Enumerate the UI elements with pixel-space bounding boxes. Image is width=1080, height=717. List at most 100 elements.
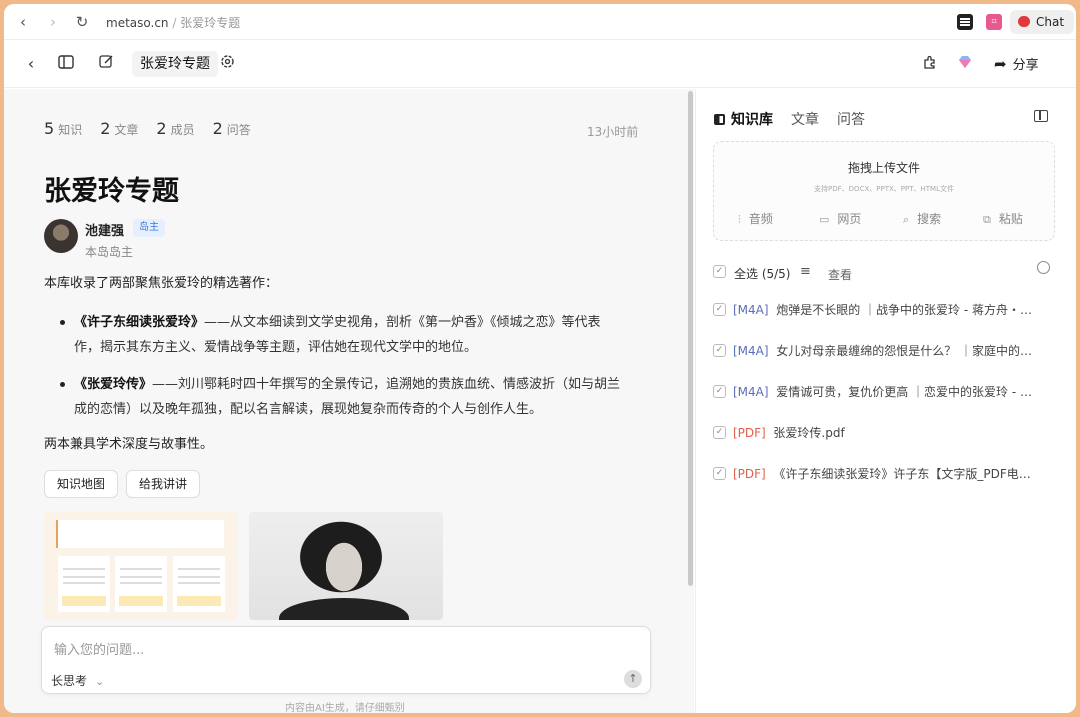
file-type-tag: [M4A] (733, 303, 769, 317)
audio-wave-icon: ⫶ (738, 213, 741, 226)
select-all-checkbox[interactable]: ✓ (713, 265, 726, 278)
search-icon: ⌕ (903, 213, 910, 226)
thumb-card (58, 556, 110, 612)
explain-button[interactable]: 给我讲讲 (126, 470, 201, 498)
upload-web-button[interactable]: ▭ 网页 (819, 210, 861, 227)
file-item[interactable]: ✓ [M4A] 女儿对母亲最缠绵的怨恨是什么？ ｜家庭中的… (713, 341, 1043, 361)
select-all-label[interactable]: 全选 (5/5) (734, 265, 791, 282)
chevron-down-icon: ⌄ (95, 675, 105, 688)
file-item[interactable]: ✓ [PDF] 《许子东细读张爱玲》许子东【文字版_PDF电… (713, 464, 1043, 484)
tab-knowledge[interactable]: 知识库 (714, 109, 773, 129)
share-button[interactable]: ➦ 分享 (994, 54, 1039, 73)
author-name[interactable]: 池建强 (85, 220, 124, 239)
upload-formats: 支持PDF、DOCX、PPTX、PPT、HTML文件 (814, 185, 954, 193)
file-type-tag: [M4A] (733, 344, 769, 358)
browser-window: ‹ › ↻ metaso.cn / 张爱玲专题 ⌗ Chat ‹ 张爱玲专题 ➦… (4, 4, 1076, 713)
upload-search-button[interactable]: ⌕ 搜索 (903, 210, 941, 227)
knowledge-map-button[interactable]: 知识地图 (44, 470, 119, 498)
ai-disclaimer: 内容由AI生成，请仔细甄别 (285, 703, 405, 713)
file-name: 爱情诚可贵，复仇价更高 ｜恋爱中的张爱玲 - 蒋… (776, 385, 1043, 399)
tab-qa[interactable]: 问答 (837, 109, 865, 129)
edit-icon[interactable] (96, 54, 116, 74)
share-icon: ➦ (994, 55, 1007, 73)
selection-row: ✓ 全选 (5/5) ≡ 查看 (713, 261, 1058, 284)
file-name: 张爱玲传.pdf (773, 426, 845, 440)
app-header: ‹ 张爱玲专题 ➦ 分享 (4, 40, 1076, 88)
upload-paste-button[interactable]: ⧉ 粘贴 (983, 210, 1023, 227)
book-desc-line2: 成的恋情）以及晚年孤独，配以名言解读，展现她复杂而传奇的个人与创作人生。 (74, 402, 543, 417)
file-name: 炮弹是不长眼的 ｜战争中的张爱玲 - 蒋方舟・一… (776, 303, 1043, 317)
file-name: 《许子东细读张爱玲》许子东【文字版_PDF电… (773, 467, 1031, 481)
reader-extension-icon[interactable] (957, 14, 973, 30)
view-button[interactable]: 查看 (828, 266, 852, 283)
browser-toolbar: ‹ › ↻ metaso.cn / 张爱玲专题 ⌗ Chat (4, 4, 1076, 40)
file-checkbox[interactable]: ✓ (713, 426, 726, 439)
panel-tabs: 知识库 文章 问答 (714, 109, 883, 129)
settings-gear-icon[interactable] (217, 54, 237, 74)
bullet-dot (60, 320, 65, 325)
search-icon[interactable] (1037, 261, 1050, 274)
tab-articles[interactable]: 文章 (791, 109, 819, 129)
bullet-dot (60, 382, 65, 387)
back-icon[interactable]: ‹ (14, 13, 32, 31)
url-separator: / (168, 16, 181, 30)
intro-text: 本库收录了两部聚焦张爱玲的精选著作： (44, 276, 279, 291)
file-checkbox[interactable]: ✓ (713, 467, 726, 480)
mindmap-thumbnail[interactable] (44, 512, 238, 620)
metaso-extension-icon[interactable]: ⌗ (986, 14, 1002, 30)
chat-button[interactable]: Chat (1010, 10, 1075, 34)
stat-members[interactable]: 2 成员 (156, 119, 194, 138)
file-type-tag: [PDF] (733, 467, 766, 481)
share-label: 分享 (1012, 58, 1039, 73)
avatar[interactable] (44, 219, 78, 253)
back-arrow-icon[interactable]: ‹ (21, 54, 41, 74)
file-name: 女儿对母亲最缠绵的怨恨是什么？ ｜家庭中的… (776, 344, 1033, 358)
author-role: 本岛岛主 (85, 245, 134, 259)
topic-title-chip[interactable]: 张爱玲专题 (132, 51, 218, 77)
webpage-icon: ▭ (819, 213, 830, 226)
upload-title: 拖拽上传文件 (847, 161, 920, 175)
sidebar-toggle-icon[interactable] (56, 54, 76, 74)
address-bar[interactable]: metaso.cn / 张爱玲专题 (106, 14, 240, 31)
thumb-header-block (56, 520, 224, 548)
book-title: 《张爱玲传》 (74, 377, 153, 392)
book-desc-line2: 作，揭示其东方主义、爱情战争等主题，评估她在现代文学中的地位。 (74, 340, 478, 355)
chat-label: Chat (1036, 15, 1065, 29)
file-item[interactable]: ✓ [M4A] 爱情诚可贵，复仇价更高 ｜恋爱中的张爱玲 - 蒋… (713, 382, 1043, 402)
file-type-tag: [M4A] (733, 385, 769, 399)
book-icon (714, 114, 725, 125)
stat-knowledge[interactable]: 5 知识 (44, 119, 82, 138)
file-item[interactable]: ✓ [PDF] 张爱玲传.pdf (713, 423, 1043, 443)
file-checkbox[interactable]: ✓ (713, 303, 726, 316)
stats-bar: 5 知识 2 文章 2 成员 2 问答 (44, 119, 269, 138)
stat-qa[interactable]: 2 问答 (213, 119, 251, 138)
reload-icon[interactable]: ↻ (73, 13, 91, 31)
page-title: 张爱玲专题 (44, 176, 179, 207)
gem-icon[interactable] (955, 54, 975, 74)
book-title: 《许子东细读张爱玲》 (74, 315, 205, 330)
book-desc-line1: ——刘川鄂耗时四十年撰写的全景传记，追溯她的贵族血统、情感波折（如与胡兰 (152, 377, 621, 392)
file-checkbox[interactable]: ✓ (713, 344, 726, 357)
knowledge-panel: 知识库 文章 问答 拖拽上传文件 支持PDF、DOCX、PPTX、PPT、HTML文… (695, 89, 1076, 713)
upload-audio-button[interactable]: ⫶ 音频 (738, 210, 773, 227)
forward-icon[interactable]: › (44, 13, 62, 31)
question-input[interactable]: 输入您的问题... (54, 639, 144, 658)
book-desc-line1: ——从文本细读到文学史视角，剖析《第一炉香》《倾城之恋》等代表 (204, 315, 601, 330)
paste-icon: ⧉ (983, 213, 991, 226)
send-arrow-icon[interactable]: ↑ (624, 670, 642, 688)
mode-label: 长思考 (51, 674, 88, 688)
thinking-mode-select[interactable]: 长思考 ⌄ (51, 672, 104, 689)
thumb-card (115, 556, 167, 612)
panel-layout-icon[interactable] (1034, 110, 1048, 122)
plugin-icon[interactable] (920, 54, 940, 74)
file-checkbox[interactable]: ✓ (713, 385, 726, 398)
upload-dropzone[interactable]: 拖拽上传文件 支持PDF、DOCX、PPTX、PPT、HTML文件 ⫶ 音频 ▭ 网… (713, 141, 1055, 241)
portrait-thumbnail[interactable] (249, 512, 443, 620)
stat-articles[interactable]: 2 文章 (100, 119, 138, 138)
owner-badge: 岛主 (133, 219, 165, 237)
conclusion-text: 两本兼具学术深度与故事性。 (44, 437, 214, 452)
sort-icon[interactable]: ≡ (800, 264, 811, 279)
question-input-box[interactable]: 输入您的问题... 长思考 ⌄ ↑ (41, 626, 651, 694)
scrollbar[interactable] (688, 91, 693, 586)
file-item[interactable]: ✓ [M4A] 炮弹是不长眼的 ｜战争中的张爱玲 - 蒋方舟・一… (713, 300, 1043, 320)
